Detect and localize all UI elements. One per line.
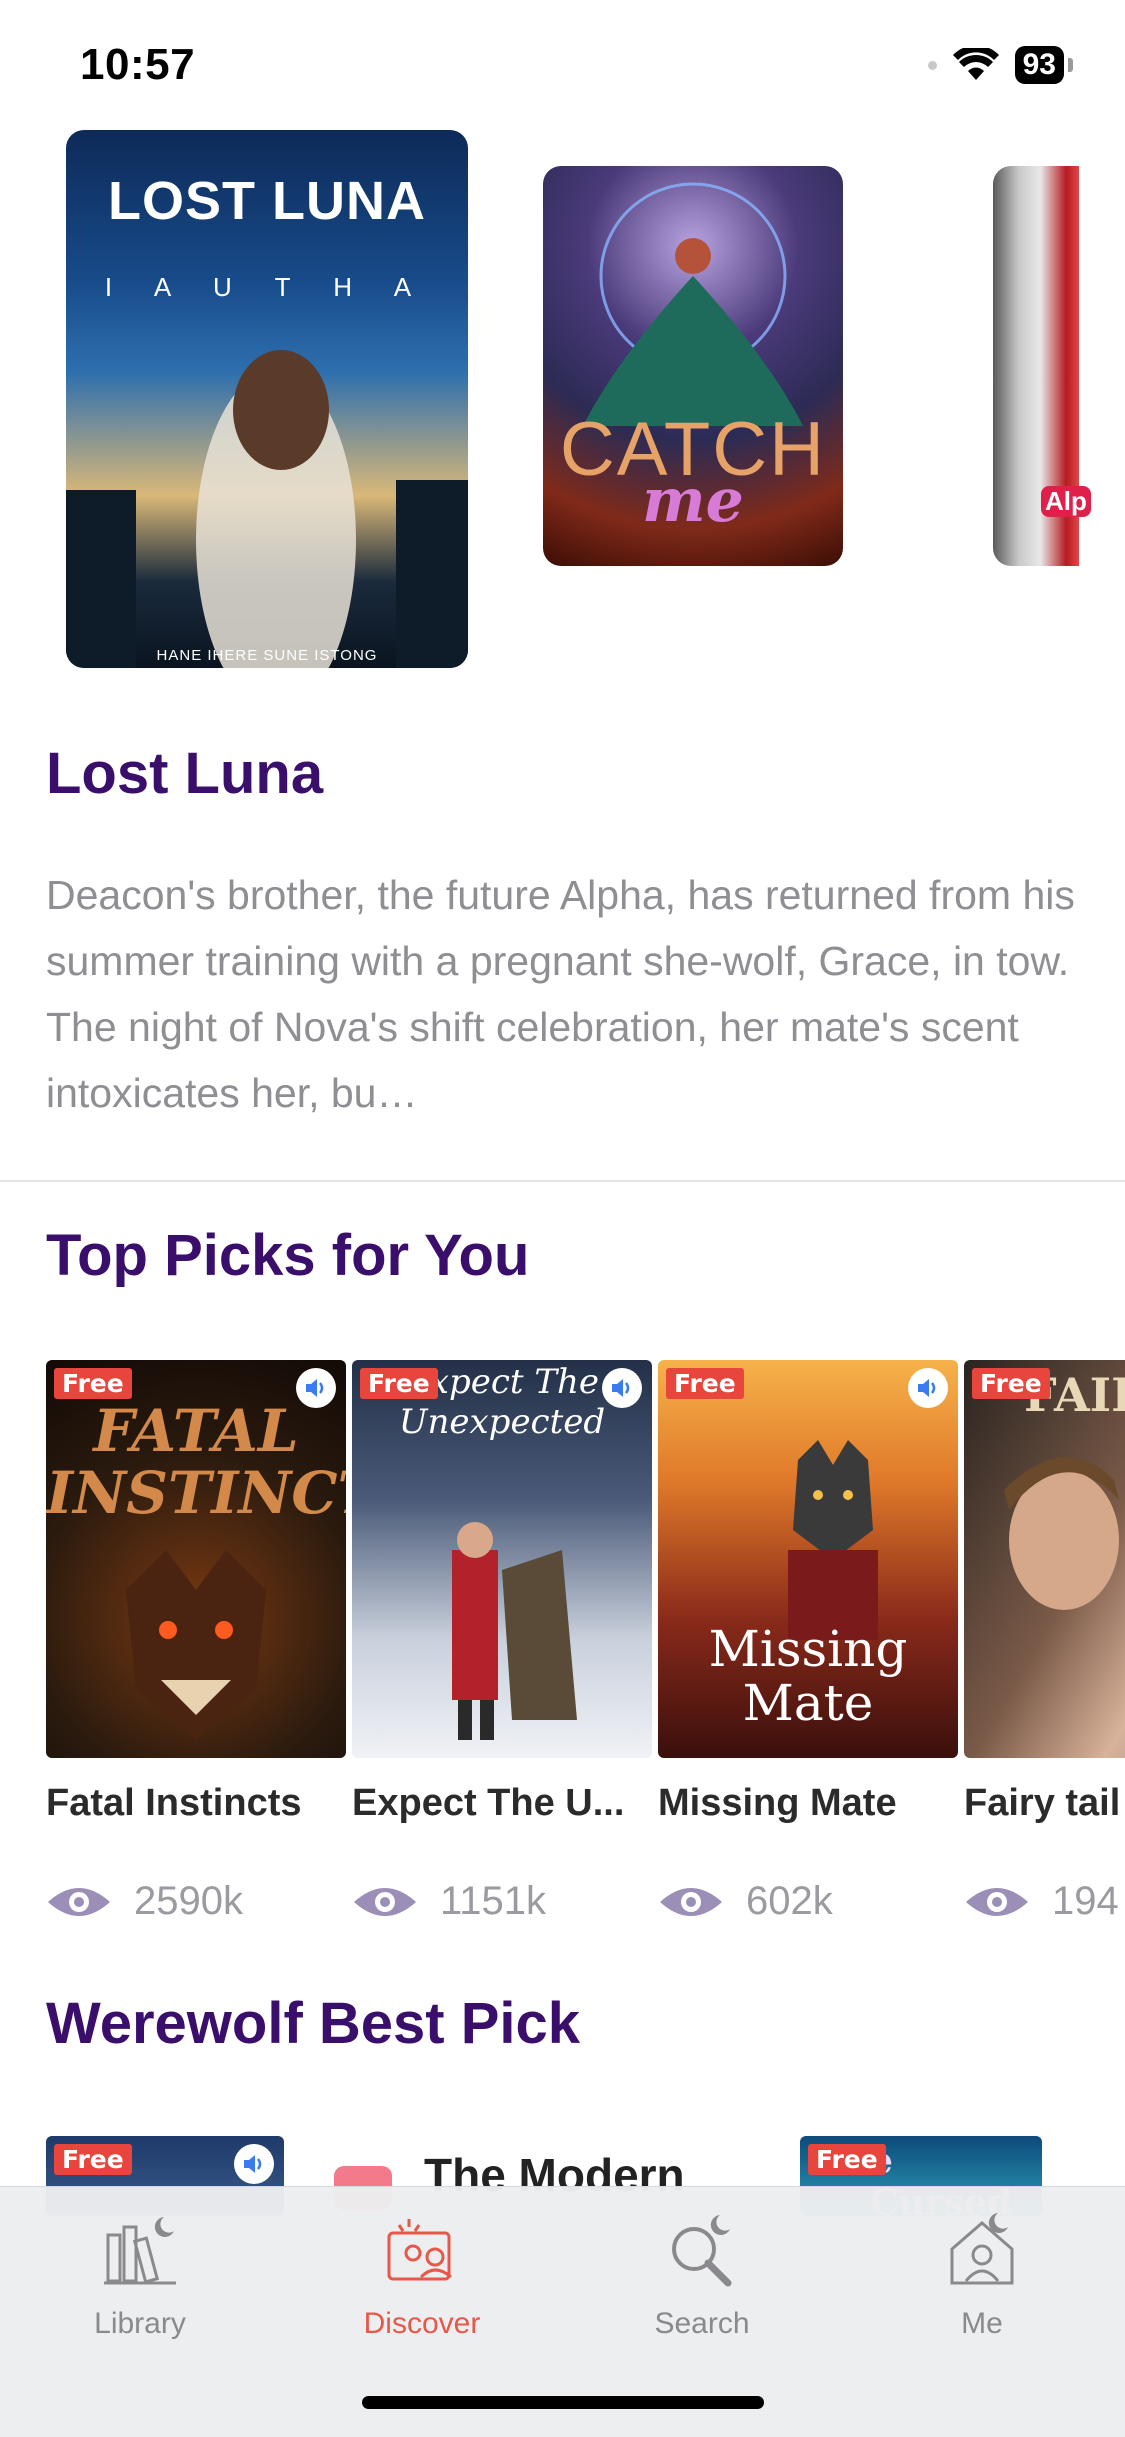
view-count: 602k bbox=[746, 1879, 833, 1923]
discover-icon bbox=[387, 2219, 452, 2281]
tab-label: Library bbox=[94, 2307, 186, 2340]
tab-label: Discover bbox=[363, 2307, 481, 2340]
tab-discover[interactable]: Discover bbox=[322, 2209, 522, 2341]
pick-title: Expect The U... bbox=[352, 1782, 625, 1824]
tab-label: Search bbox=[654, 2307, 750, 2340]
tab-label: Me bbox=[961, 2307, 1003, 2340]
pick-card-missing-mate[interactable]: Missing Mate Free Missing Mate 602k bbox=[658, 1360, 958, 1924]
cover-couple-art bbox=[452, 1522, 577, 1740]
tab-search[interactable]: Search bbox=[602, 2209, 802, 2341]
cover-script: me bbox=[642, 466, 744, 536]
cover-title: LOST LUNA bbox=[108, 171, 426, 231]
pick-card-fatal-instincts[interactable]: FATAL INSTINCTS Free Fatal Instincts 259… bbox=[46, 1360, 346, 1924]
audio-icon bbox=[234, 2144, 274, 2184]
free-badge: Free bbox=[54, 1368, 132, 1399]
me-icon bbox=[950, 2213, 1014, 2285]
cover-badge: Alp bbox=[1041, 486, 1091, 517]
status-icons: 93 bbox=[927, 46, 1073, 84]
carousel-cover-lost-luna[interactable]: LOST LUNA I A U T H A HANE IHERE SUNE IS… bbox=[66, 130, 468, 668]
tab-me[interactable]: Me bbox=[882, 2209, 1082, 2341]
audio-icon bbox=[602, 1368, 642, 1408]
wifi-icon bbox=[952, 48, 999, 80]
eye-icon bbox=[966, 1887, 1028, 1916]
pick-title: Fairy tail bbox=[964, 1782, 1121, 1824]
pick-card-expect-the-unexpected[interactable]: Expect The Unexpected Free Expect The U.… bbox=[352, 1360, 652, 1924]
eye-icon bbox=[48, 1887, 110, 1916]
eye-icon bbox=[660, 1887, 722, 1916]
pick-views: 194 bbox=[964, 1879, 1125, 1924]
cover-footer: HANE IHERE SUNE ISTONG bbox=[156, 647, 378, 664]
pick-title: Fatal Instincts bbox=[46, 1782, 302, 1824]
free-badge: Free bbox=[54, 2144, 132, 2175]
cellular-dot-icon bbox=[927, 60, 937, 70]
cover-figure-art bbox=[66, 350, 468, 668]
tab-library[interactable]: Library bbox=[40, 2209, 240, 2341]
audio-icon bbox=[908, 1368, 948, 1408]
carousel-cover-partial[interactable]: Alp bbox=[993, 166, 1091, 566]
audio-icon bbox=[296, 1368, 336, 1408]
free-badge: Free bbox=[972, 1368, 1050, 1399]
view-count: 194 bbox=[1052, 1879, 1119, 1923]
werewolf-heading: Werewolf Best Pick bbox=[46, 1991, 581, 2056]
view-count: 2590k bbox=[134, 1879, 243, 1923]
library-icon bbox=[104, 2217, 176, 2285]
top-picks-heading: Top Picks for You bbox=[46, 1223, 530, 1288]
free-badge: Free bbox=[360, 1368, 438, 1399]
view-count: 1151k bbox=[440, 1879, 547, 1923]
pick-views: 602k bbox=[658, 1879, 958, 1924]
pick-card-fairy-tail[interactable]: FAIRY Free Fairy tail 194 bbox=[964, 1360, 1125, 1924]
featured-description: Deacon's brother, the future Alpha, has … bbox=[46, 872, 1075, 1116]
battery-nub-icon bbox=[1068, 58, 1073, 72]
free-badge: Free bbox=[666, 1368, 744, 1399]
carousel-cover-catch-me[interactable]: CATCH me bbox=[543, 166, 843, 566]
pick-views: 1151k bbox=[352, 1879, 652, 1924]
home-indicator[interactable] bbox=[362, 2396, 764, 2409]
cover-author: I A U T H A bbox=[104, 272, 430, 302]
book-cover: Missing Mate Free bbox=[658, 1360, 958, 1758]
cover-title: FATAL INSTINCTS bbox=[46, 1397, 346, 1527]
book-cover: FAIRY Free bbox=[964, 1360, 1125, 1758]
pick-title: Missing Mate bbox=[658, 1782, 897, 1824]
cover-title: Missing Mate bbox=[708, 1620, 908, 1732]
battery-level: 93 bbox=[1014, 46, 1064, 84]
section-divider bbox=[0, 1180, 1125, 1182]
status-time: 10:57 bbox=[80, 40, 196, 89]
pick-views: 2590k bbox=[46, 1879, 346, 1924]
book-cover: FATAL INSTINCTS Free bbox=[46, 1360, 346, 1758]
eye-icon bbox=[354, 1887, 416, 1916]
cover-wolf-art bbox=[788, 1440, 878, 1640]
featured-title[interactable]: Lost Luna bbox=[46, 740, 323, 807]
cover-face-art bbox=[1004, 1457, 1119, 1610]
book-cover: Expect The Unexpected Free bbox=[352, 1360, 652, 1758]
search-icon bbox=[672, 2215, 732, 2287]
free-badge: Free bbox=[808, 2144, 886, 2175]
cover-wolf-art bbox=[126, 1550, 266, 1740]
